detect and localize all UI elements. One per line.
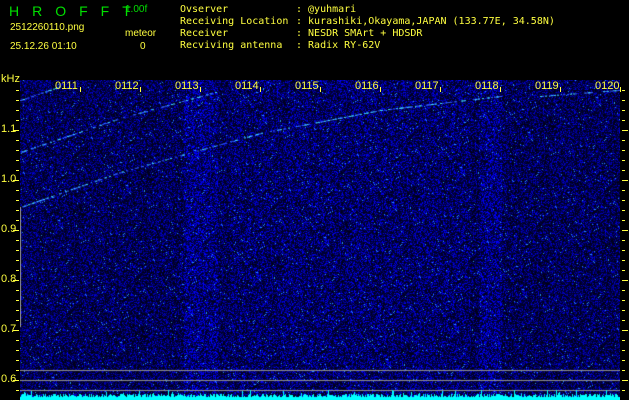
y-tick	[16, 300, 19, 301]
y-tick	[13, 330, 19, 331]
time-tick-label: 0114	[235, 80, 259, 92]
time-tick	[560, 87, 561, 92]
y-tick	[16, 140, 19, 141]
time-tick	[380, 87, 381, 92]
y-tick	[16, 90, 19, 91]
y-tick	[13, 380, 19, 381]
y-tick	[622, 300, 625, 301]
y-tick	[622, 340, 625, 341]
time-tick-label: 0118	[475, 80, 499, 92]
y-tick	[13, 130, 19, 131]
y-tick	[622, 360, 625, 361]
y-tick	[16, 390, 19, 391]
time-tick-label: 0119	[535, 80, 559, 92]
meteor-label: meteor	[125, 28, 157, 39]
time-tick-label: 0117	[415, 80, 439, 92]
time-tick	[320, 87, 321, 92]
y-tick	[16, 320, 19, 321]
y-tick	[16, 150, 19, 151]
y-tick-label: 1.0	[1, 173, 17, 185]
y-unit-label: kHz	[1, 73, 20, 85]
y-tick	[622, 270, 625, 271]
y-tick	[16, 120, 19, 121]
y-tick-label: 0.7	[1, 323, 17, 335]
y-tick-label: 0.9	[1, 223, 17, 235]
y-tick	[16, 290, 19, 291]
time-tick	[620, 87, 621, 92]
version-label: 1.00f	[125, 4, 148, 15]
y-tick	[16, 200, 19, 201]
y-tick	[622, 290, 625, 291]
y-tick	[622, 370, 625, 371]
y-tick	[622, 350, 625, 351]
y-tick	[16, 110, 19, 111]
y-tick	[622, 130, 628, 131]
y-tick	[622, 170, 625, 171]
time-tick-label: 0113	[175, 80, 199, 92]
y-tick	[16, 340, 19, 341]
y-tick	[622, 210, 625, 211]
y-tick	[16, 350, 19, 351]
time-tick-label: 0111	[55, 80, 78, 92]
y-tick	[16, 160, 19, 161]
y-tick	[622, 110, 625, 111]
y-tick	[16, 360, 19, 361]
y-tick	[622, 180, 628, 181]
y-tick	[16, 260, 19, 261]
y-tick	[622, 200, 625, 201]
y-tick	[622, 230, 628, 231]
y-tick	[16, 270, 19, 271]
time-tick	[260, 87, 261, 92]
y-tick	[16, 170, 19, 171]
y-tick	[622, 250, 625, 251]
y-tick	[622, 310, 625, 311]
y-tick	[16, 240, 19, 241]
y-tick	[622, 150, 625, 151]
time-tick-label: 0116	[355, 80, 379, 92]
time-tick-label: 0120	[595, 80, 620, 92]
time-tick	[500, 87, 501, 92]
datetime-label: 25.12.26 01:10	[10, 41, 77, 52]
time-tick-label: 0115	[295, 80, 319, 92]
y-tick	[622, 390, 625, 391]
y-tick-label: 0.6	[1, 373, 17, 385]
y-tick	[622, 220, 625, 221]
time-tick	[200, 87, 201, 92]
y-tick	[13, 180, 19, 181]
y-tick	[16, 210, 19, 211]
y-tick	[13, 280, 19, 281]
spectrogram	[20, 80, 620, 400]
y-tick	[622, 240, 625, 241]
y-tick	[622, 190, 625, 191]
y-tick-label: 1.1	[1, 123, 17, 135]
y-tick-label: 0.8	[1, 273, 17, 285]
y-tick	[622, 330, 628, 331]
y-tick	[16, 370, 19, 371]
y-tick	[622, 140, 625, 141]
y-tick	[16, 250, 19, 251]
time-tick	[80, 87, 81, 92]
y-tick	[622, 120, 625, 121]
y-tick	[16, 220, 19, 221]
app-title: HROFFT	[9, 3, 144, 19]
y-tick	[622, 90, 625, 91]
y-tick	[16, 190, 19, 191]
info-value: : Radix RY-62V	[296, 40, 381, 51]
y-tick	[622, 380, 628, 381]
y-tick	[16, 310, 19, 311]
y-tick	[622, 260, 625, 261]
y-tick	[622, 100, 625, 101]
y-tick	[622, 320, 625, 321]
meteor-count: 0	[140, 41, 146, 52]
info-label: Recviving antenna	[180, 40, 283, 51]
time-tick-label: 0112	[115, 80, 139, 92]
filename-label: 2512260110.png	[10, 22, 85, 33]
time-tick	[440, 87, 441, 92]
time-tick	[140, 87, 141, 92]
y-tick	[622, 280, 628, 281]
y-tick	[16, 100, 19, 101]
y-tick	[13, 230, 19, 231]
y-tick	[622, 160, 625, 161]
